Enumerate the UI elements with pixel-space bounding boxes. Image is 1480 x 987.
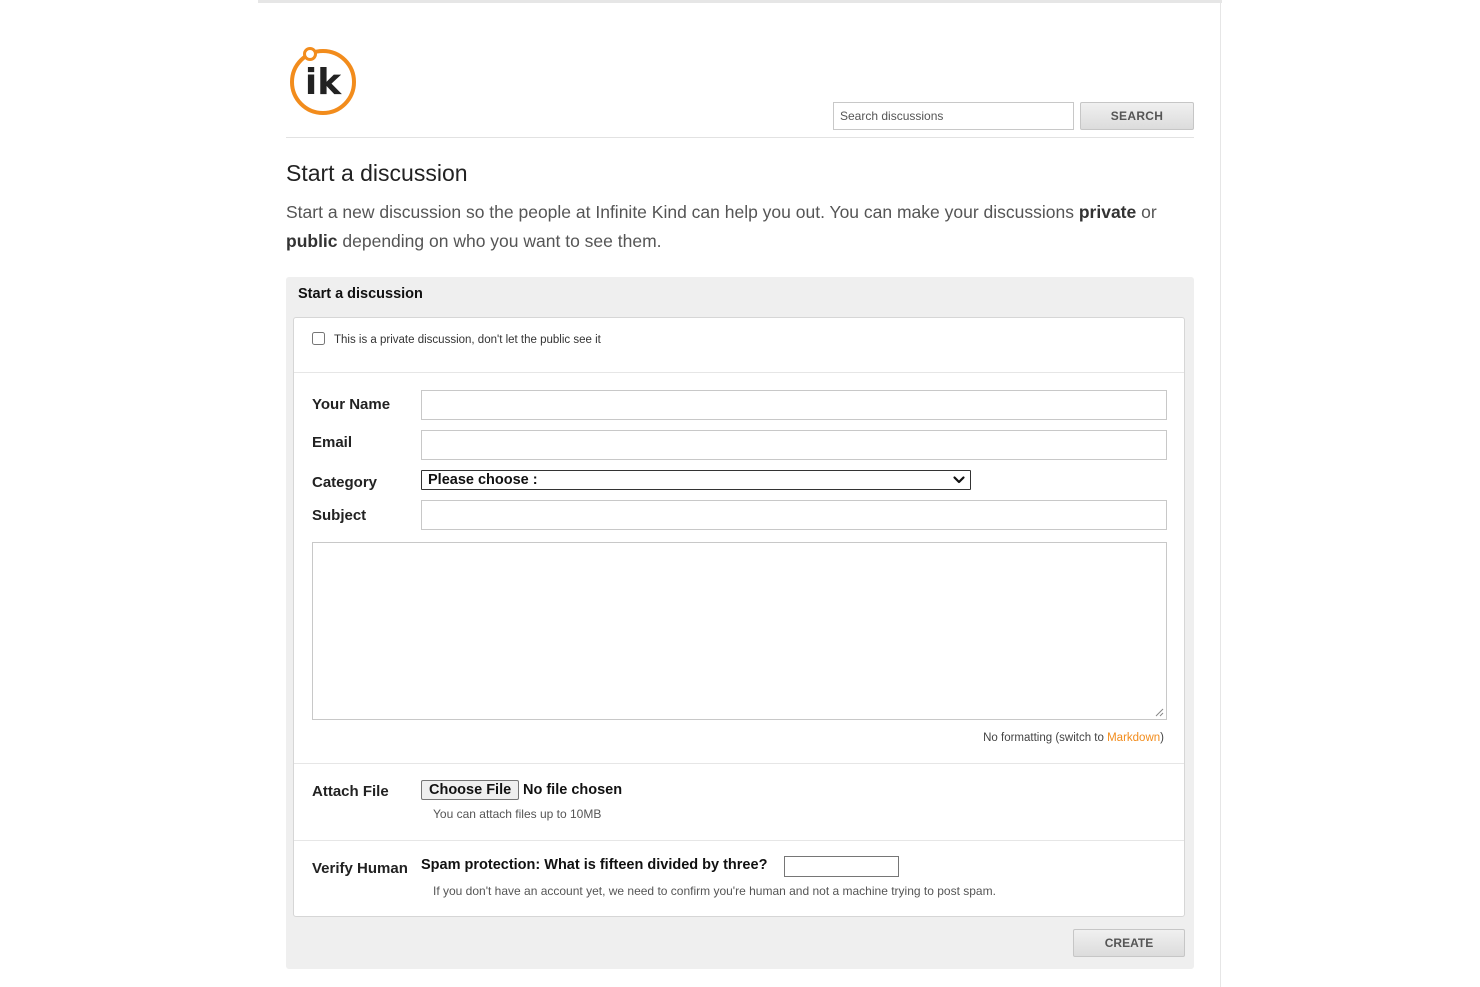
markdown-link[interactable]: Markdown: [1107, 732, 1160, 744]
subject-field[interactable]: [421, 500, 1167, 530]
intro-public: public: [286, 231, 338, 251]
intro-part2: depending on who you want to see them.: [337, 231, 662, 251]
intro-text: Start a new discussion so the people at …: [286, 198, 1206, 256]
choose-file-button[interactable]: Choose File: [421, 780, 520, 800]
private-checkbox-label[interactable]: This is a private discussion, don't let …: [334, 334, 601, 346]
svg-text:ik: ik: [305, 62, 342, 103]
email-field[interactable]: [421, 430, 1167, 460]
category-label: Category: [312, 474, 378, 491]
private-checkbox[interactable]: [312, 332, 325, 345]
search-button[interactable]: SEARCH: [1080, 102, 1194, 130]
formatting-suffix: ): [1160, 732, 1164, 744]
right-divider: [1220, 0, 1221, 987]
panel-title: Start a discussion: [298, 286, 423, 302]
category-selected-value: Please choose :: [428, 472, 538, 488]
intro-part1: Start a new discussion so the people at …: [286, 202, 1079, 222]
verify-human-label: Verify Human: [312, 860, 408, 877]
section-divider: [294, 763, 1184, 764]
formatting-prefix: No formatting (switch to: [983, 732, 1108, 744]
attach-file-label: Attach File: [312, 783, 389, 800]
ik-logo-icon[interactable]: ik: [288, 46, 358, 116]
spam-answer-field[interactable]: [784, 856, 899, 877]
header-divider: [286, 137, 1194, 138]
attach-hint: You can attach files up to 10MB: [433, 807, 602, 821]
verify-hint: If you don't have an account yet, we nee…: [433, 884, 996, 898]
email-label: Email: [312, 434, 353, 451]
name-field[interactable]: [421, 390, 1167, 420]
section-divider: [294, 372, 1184, 373]
name-label: Your Name: [312, 396, 391, 413]
category-select[interactable]: Please choose :: [421, 470, 971, 490]
message-textarea[interactable]: [312, 542, 1167, 720]
intro-private: private: [1078, 202, 1137, 222]
spam-question: Spam protection: What is fifteen divided…: [421, 857, 768, 873]
subject-label: Subject: [312, 507, 367, 524]
chevron-down-icon: [953, 476, 965, 484]
page-title: Start a discussion: [286, 160, 468, 186]
section-divider: [294, 840, 1184, 841]
intro-or: or: [1136, 202, 1157, 222]
file-status: No file chosen: [523, 782, 623, 798]
create-button[interactable]: CREATE: [1073, 929, 1185, 957]
top-divider: [258, 0, 1222, 3]
formatting-note: No formatting (switch to Markdown): [940, 732, 1164, 744]
resize-grip-icon[interactable]: [1154, 707, 1164, 717]
search-input[interactable]: [833, 102, 1074, 130]
